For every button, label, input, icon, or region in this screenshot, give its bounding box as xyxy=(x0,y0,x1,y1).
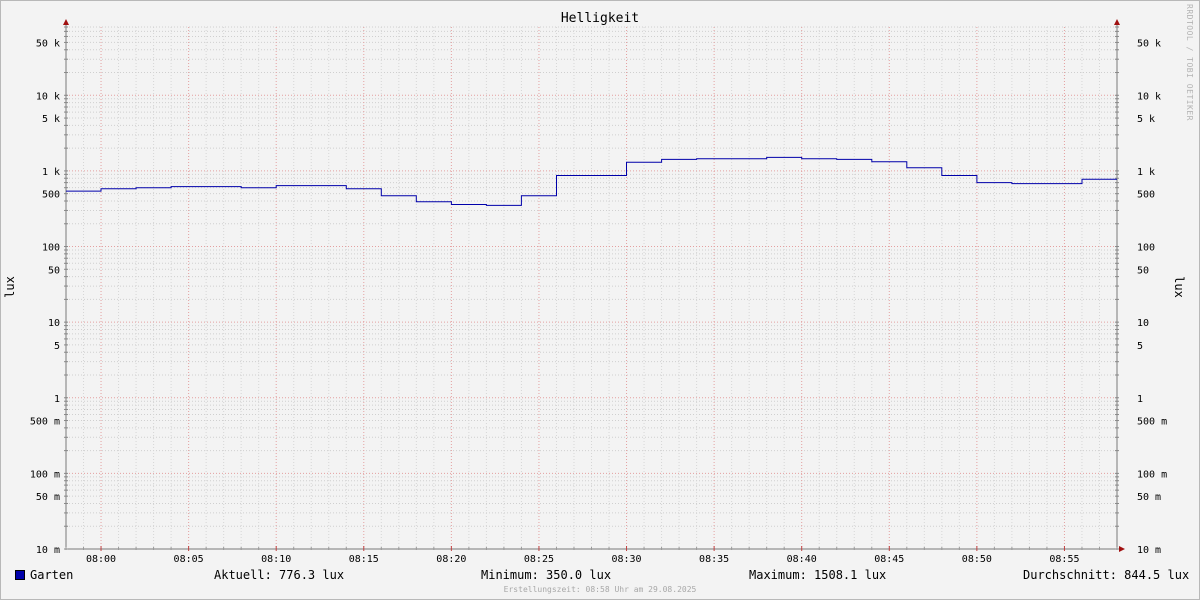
x-tick-label: 08:00 xyxy=(86,554,116,565)
y-tick-label-left: 1 k xyxy=(42,167,60,178)
y-tick-label-right: 50 k xyxy=(1137,38,1161,49)
y-tick-label-right: 5 xyxy=(1137,341,1143,352)
y-tick-label-right: 50 m xyxy=(1137,492,1161,503)
x-tick-labels: 08:00 08:05 08:10 08:15 08:20 08:25 08:30 08:35… xyxy=(86,554,1080,565)
legend-swatch xyxy=(15,570,25,580)
x-tick-label: 08:20 xyxy=(436,554,466,565)
legend-minimum: Minimum: 350.0 lux xyxy=(481,568,612,582)
y-tick-label-left: 10 xyxy=(48,318,60,329)
x-tick-label: 08:45 xyxy=(874,554,904,565)
y-tick-label-left: 10 m xyxy=(36,545,60,556)
x-tick-label: 08:15 xyxy=(349,554,379,565)
legend-series-name: Garten xyxy=(30,568,74,582)
legend-current: Aktuell: 776.3 lux xyxy=(214,568,345,582)
y-tick-label-right: 5 k xyxy=(1137,114,1155,125)
y-tick-labels-right: 50 k 10 k 5 k 1 k 500 100 50 10 5 1 500 m 100 m 50 m… xyxy=(1137,38,1167,556)
x-tick-label: 08:40 xyxy=(787,554,817,565)
legend-average: Durchschnitt: 844.5 lux xyxy=(1023,568,1190,582)
x-tick-label: 08:30 xyxy=(611,554,641,565)
y-tick-label-left: 1 xyxy=(54,394,60,405)
y-tick-label-left: 50 k xyxy=(36,38,60,49)
x-tick-label: 08:50 xyxy=(962,554,992,565)
y-tick-label-right: 10 k xyxy=(1137,91,1161,102)
x-tick-label: 08:35 xyxy=(699,554,729,565)
y-tick-label-left: 50 xyxy=(48,265,60,276)
y-tick-label-right: 50 xyxy=(1137,265,1149,276)
chart-title: Helligkeit xyxy=(560,11,640,26)
y-tick-label-left: 50 m xyxy=(36,492,60,503)
y-axis-label-left: lux xyxy=(3,276,17,298)
rrdtool-watermark: RRDTOOL / TOBI OETIKER xyxy=(1185,4,1194,121)
y-tick-label-right: 1 k xyxy=(1137,167,1155,178)
y-tick-label-left: 500 m xyxy=(30,417,60,428)
x-tick-label: 08:05 xyxy=(174,554,204,565)
x-axis-arrow xyxy=(1119,546,1125,552)
y-tick-label-right: 100 xyxy=(1137,243,1155,254)
y-tick-label-left: 5 k xyxy=(42,114,60,125)
y-tick-label-left: 100 m xyxy=(30,469,60,480)
y-tick-label-right: 500 xyxy=(1137,190,1155,201)
y-axis-label-right: lux xyxy=(1172,276,1186,298)
y-tick-label-left: 10 k xyxy=(36,91,60,102)
y-tick-label-left: 5 xyxy=(54,341,60,352)
x-tick-label: 08:55 xyxy=(1049,554,1079,565)
y-tick-label-left: 500 xyxy=(42,190,60,201)
x-tick-label: 08:25 xyxy=(524,554,554,565)
minor-grid xyxy=(65,26,1118,549)
y-tick-label-left: 100 xyxy=(42,243,60,254)
y-tick-label-right: 10 xyxy=(1137,318,1149,329)
chart: 50 k 10 k 5 k 1 k 500 100 50 10 5 1 500 m 100 m 50 m… xyxy=(3,19,1186,565)
y-tick-label-right: 500 m xyxy=(1137,417,1167,428)
y-tick-label-right: 10 m xyxy=(1137,545,1161,556)
y-tick-label-right: 100 m xyxy=(1137,469,1167,480)
y-tick-labels-left: 50 k 10 k 5 k 1 k 500 100 50 10 5 1 500 m 100 m 50 m… xyxy=(30,38,60,556)
x-tick-label: 08:10 xyxy=(261,554,291,565)
creation-time-footer: Erstellungszeit: 08:58 Uhr am 29.08.2025 xyxy=(503,585,697,594)
legend-maximum: Maximum: 1508.1 lux xyxy=(749,568,887,582)
y-tick-label-right: 1 xyxy=(1137,394,1143,405)
